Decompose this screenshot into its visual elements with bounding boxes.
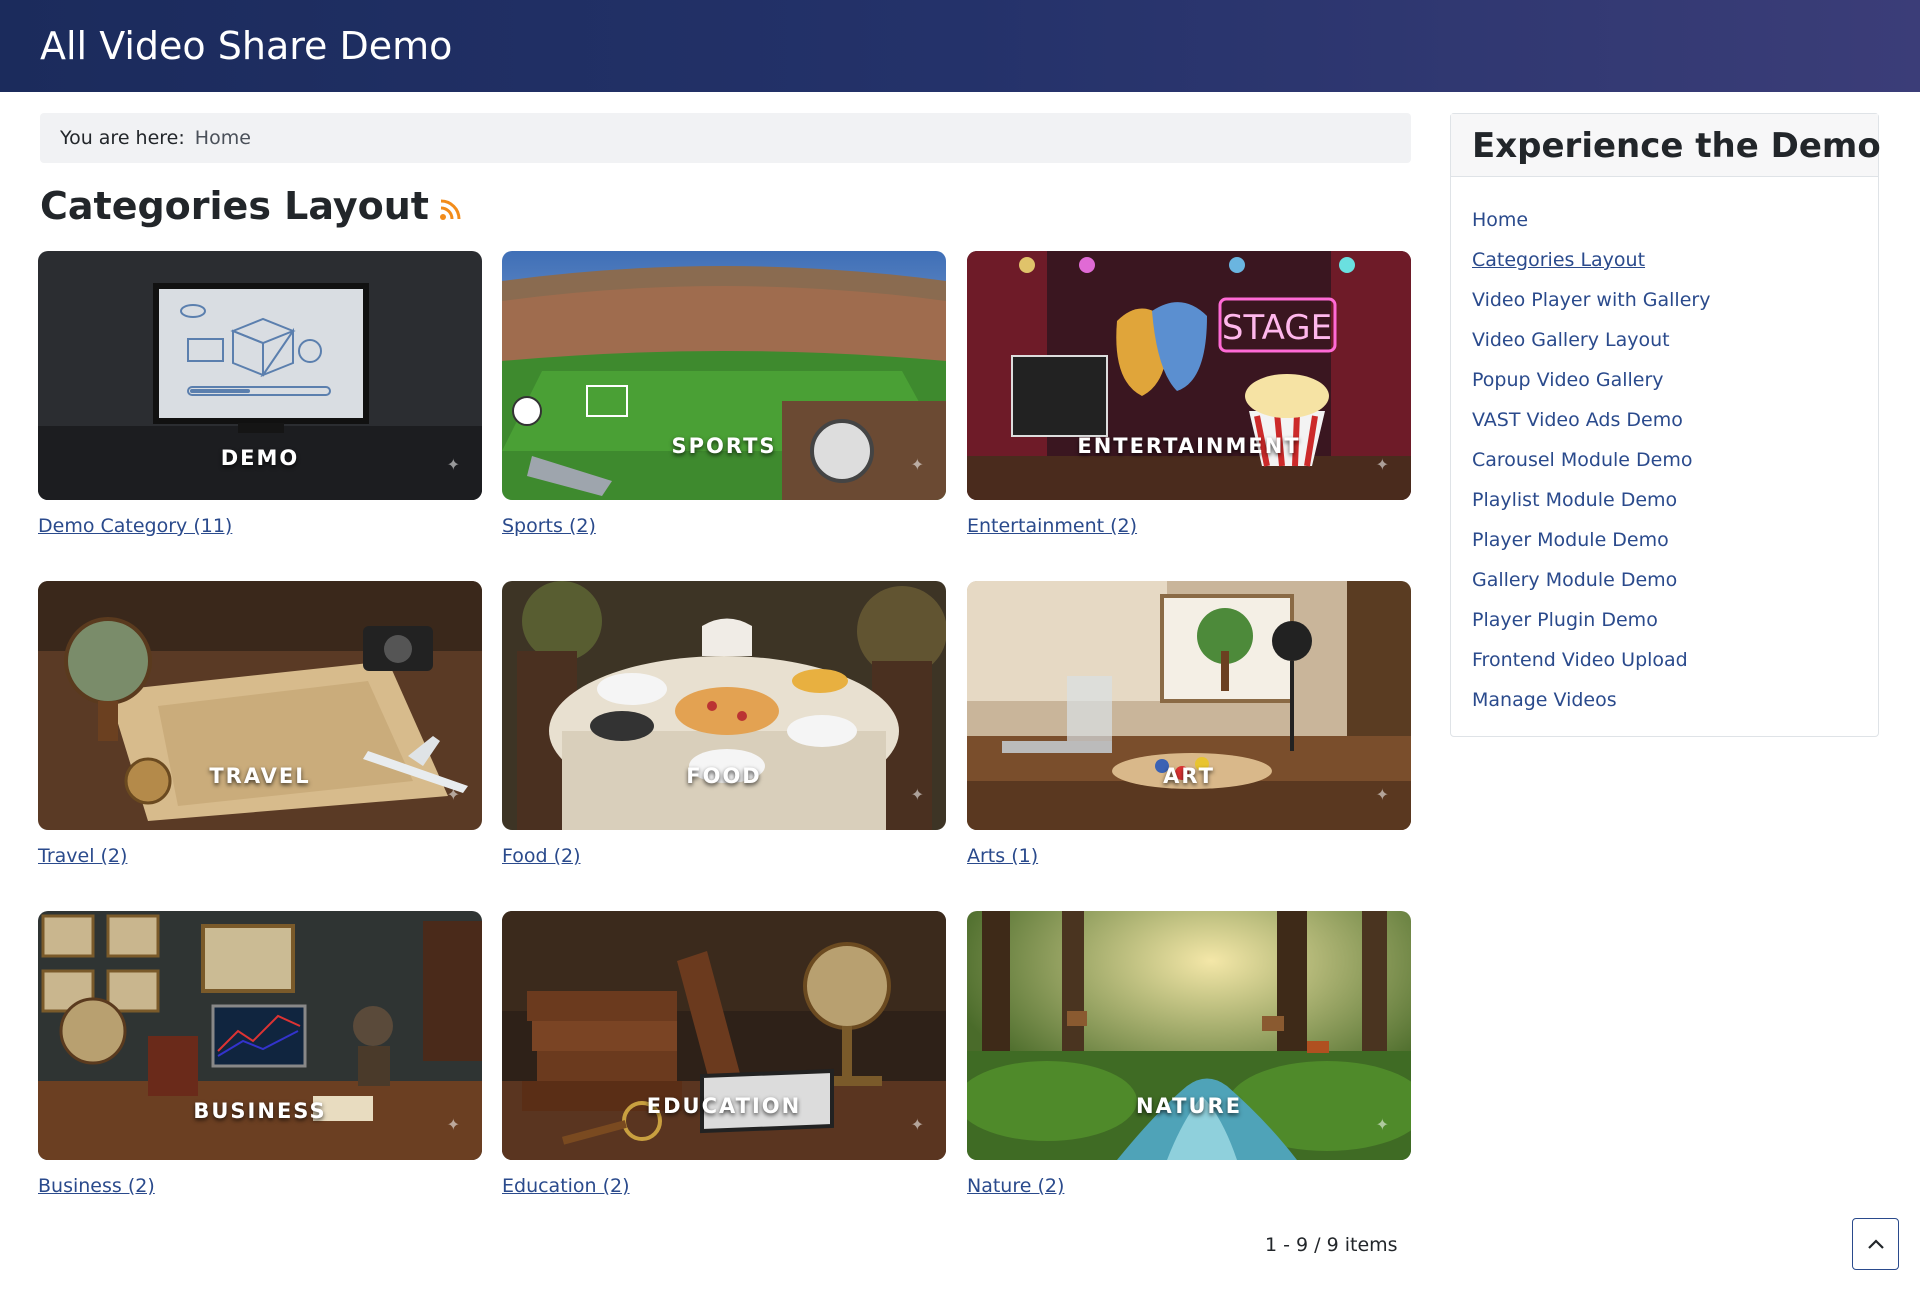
sidebar-item-carousel-module-demo[interactable]: Carousel Module Demo <box>1472 440 1878 480</box>
sparkle-icon: ✦ <box>446 785 460 804</box>
sidebar-link[interactable]: Frontend Video Upload <box>1472 649 1688 671</box>
site-header: All Video Share Demo <box>0 0 1920 92</box>
pagination-summary: 1 - 9 / 9 items <box>1265 1234 1398 1256</box>
thumbnail-caption: BUSINESS <box>193 1099 327 1123</box>
sparkle-icon: ✦ <box>910 455 924 474</box>
sidebar-item-video-player-with-gallery[interactable]: Video Player with Gallery <box>1472 280 1878 320</box>
breadcrumb-current: Home <box>194 127 251 149</box>
category-card-art: ART ✦ Arts (1) <box>967 581 1411 867</box>
category-link[interactable]: Nature (2) <box>967 1175 1064 1197</box>
sidebar-menu: Home Categories Layout Video Player with… <box>1451 177 1878 720</box>
category-thumbnail-education[interactable]: EDUCATION ✦ <box>502 911 946 1160</box>
category-link[interactable]: Business (2) <box>38 1175 155 1197</box>
back-to-top-button[interactable] <box>1852 1218 1899 1270</box>
thumbnail-caption: ENTERTAINMENT <box>1077 434 1301 458</box>
sparkle-icon: ✦ <box>1375 455 1389 474</box>
category-link[interactable]: Demo Category (11) <box>38 515 232 537</box>
thumbnail-caption: DEMO <box>220 446 300 470</box>
sparkle-icon: ✦ <box>446 1115 460 1134</box>
category-card-business: BUSINESS ✦ Business (2) <box>38 911 482 1197</box>
sidebar-item-frontend-video-upload[interactable]: Frontend Video Upload <box>1472 640 1878 680</box>
category-thumbnail-food[interactable]: FOOD ✦ <box>502 581 946 830</box>
category-thumbnail-business[interactable]: BUSINESS ✦ <box>38 911 482 1160</box>
sparkle-icon: ✦ <box>1375 785 1389 804</box>
category-link[interactable]: Sports (2) <box>502 515 596 537</box>
category-thumbnail-entertainment[interactable]: STAGE ENTERTAINMENT ✦ <box>967 251 1411 500</box>
sidebar-item-gallery-module-demo[interactable]: Gallery Module Demo <box>1472 560 1878 600</box>
sidebar-item-player-module-demo[interactable]: Player Module Demo <box>1472 520 1878 560</box>
category-card-sports: SPORTS ✦ Sports (2) <box>502 251 946 537</box>
category-link[interactable]: Travel (2) <box>38 845 127 867</box>
category-card-food: FOOD ✦ Food (2) <box>502 581 946 867</box>
sidebar-item-player-plugin-demo[interactable]: Player Plugin Demo <box>1472 600 1878 640</box>
category-thumbnail-travel[interactable]: TRAVEL ✦ <box>38 581 482 830</box>
sidebar-item-categories-layout[interactable]: Categories Layout <box>1472 240 1878 280</box>
sidebar-link[interactable]: Video Player with Gallery <box>1472 289 1710 311</box>
thumbnail-caption: ART <box>1163 764 1215 788</box>
sparkle-icon: ✦ <box>1375 1115 1389 1134</box>
category-thumbnail-nature[interactable]: NATURE ✦ <box>967 911 1411 1160</box>
chevron-up-icon <box>1867 1239 1884 1249</box>
thumbnail-caption: EDUCATION <box>646 1094 802 1118</box>
category-card-nature: NATURE ✦ Nature (2) <box>967 911 1411 1197</box>
category-card-entertainment: STAGE ENTERTAINMENT ✦ Entertainment (2) <box>967 251 1411 537</box>
sidebar-header: Experience the Demo <box>1451 114 1881 177</box>
sidebar-link[interactable]: Playlist Module Demo <box>1472 489 1677 511</box>
sparkle-icon: ✦ <box>446 455 460 474</box>
category-link[interactable]: Arts (1) <box>967 845 1038 867</box>
thumbnail-caption: SPORTS <box>671 434 777 458</box>
sidebar-link[interactable]: Player Module Demo <box>1472 529 1669 551</box>
sidebar-link[interactable]: VAST Video Ads Demo <box>1472 409 1683 431</box>
sidebar-item-playlist-module-demo[interactable]: Playlist Module Demo <box>1472 480 1878 520</box>
category-link[interactable]: Entertainment (2) <box>967 515 1137 537</box>
sidebar-link[interactable]: Video Gallery Layout <box>1472 329 1670 351</box>
category-link[interactable]: Education (2) <box>502 1175 630 1197</box>
page-title: Categories Layout <box>40 184 429 228</box>
category-card-demo: DEMO ✦ Demo Category (11) <box>38 251 482 537</box>
sparkle-icon: ✦ <box>910 785 924 804</box>
sidebar-link[interactable]: Player Plugin Demo <box>1472 609 1658 631</box>
sidebar-link[interactable]: Gallery Module Demo <box>1472 569 1677 591</box>
sidebar-item-manage-videos[interactable]: Manage Videos <box>1472 680 1878 720</box>
sidebar-link[interactable]: Carousel Module Demo <box>1472 449 1692 471</box>
sidebar-item-home[interactable]: Home <box>1472 200 1878 240</box>
sidebar-link[interactable]: Categories Layout <box>1472 249 1645 271</box>
sidebar-title: Experience the Demo <box>1472 126 1881 166</box>
category-thumbnail-sports[interactable]: SPORTS ✦ <box>502 251 946 500</box>
sidebar-link[interactable]: Home <box>1472 209 1528 231</box>
sidebar-item-vast-video-ads-demo[interactable]: VAST Video Ads Demo <box>1472 400 1878 440</box>
sparkle-icon: ✦ <box>910 1115 924 1134</box>
category-card-education: EDUCATION ✦ Education (2) <box>502 911 946 1197</box>
thumbnail-caption: TRAVEL <box>209 764 311 788</box>
thumbnail-caption: FOOD <box>686 764 762 788</box>
category-card-travel: TRAVEL ✦ Travel (2) <box>38 581 482 867</box>
stage-sign-text: STAGE <box>1222 308 1332 348</box>
breadcrumb: You are here: Home <box>40 113 1411 163</box>
page-title-row: Categories Layout <box>40 184 461 228</box>
breadcrumb-label: You are here: <box>60 127 185 149</box>
sidebar-item-video-gallery-layout[interactable]: Video Gallery Layout <box>1472 320 1878 360</box>
category-thumbnail-demo[interactable]: DEMO ✦ <box>38 251 482 500</box>
sidebar: Experience the Demo Home Categories Layo… <box>1450 113 1881 737</box>
sidebar-item-popup-video-gallery[interactable]: Popup Video Gallery <box>1472 360 1878 400</box>
rss-icon[interactable] <box>439 199 461 225</box>
category-thumbnail-art[interactable]: ART ✦ <box>967 581 1411 830</box>
thumbnail-caption: NATURE <box>1135 1094 1243 1118</box>
sidebar-link[interactable]: Manage Videos <box>1472 689 1617 711</box>
sidebar-link[interactable]: Popup Video Gallery <box>1472 369 1664 391</box>
category-link[interactable]: Food (2) <box>502 845 581 867</box>
site-title[interactable]: All Video Share Demo <box>40 24 452 68</box>
